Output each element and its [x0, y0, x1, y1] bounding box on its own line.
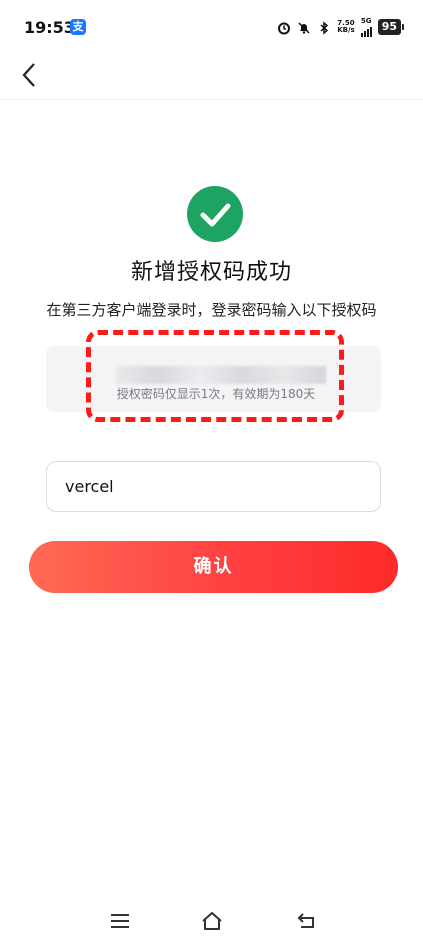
status-time: 19:53 — [24, 18, 75, 37]
annotation-highlight — [86, 330, 344, 422]
client-name-input[interactable] — [46, 461, 381, 512]
network-type: 5G — [360, 16, 372, 37]
confirm-button[interactable]: 确认 — [29, 541, 398, 593]
nav-bar — [0, 56, 423, 100]
page-title: 新增授权码成功 — [130, 260, 292, 285]
system-nav-bar — [0, 900, 423, 944]
alarm-icon — [277, 20, 291, 35]
battery-icon: 95 — [377, 19, 405, 35]
signal-icon — [360, 25, 372, 37]
chevron-left-icon[interactable] — [18, 60, 42, 90]
net-speed-unit: KB/s — [337, 26, 355, 34]
net-speed: 7.50 KB/s — [337, 20, 354, 34]
home-icon[interactable] — [200, 910, 224, 932]
menu-icon[interactable] — [108, 910, 132, 932]
check-circle-icon — [187, 186, 243, 242]
bluetooth-icon — [317, 20, 331, 35]
mute-bell-icon — [297, 20, 311, 34]
status-icons: 7.50 KB/s 5G 95 — [277, 16, 405, 38]
network-type-label: 5G — [360, 16, 372, 25]
return-icon[interactable] — [295, 910, 319, 932]
alipay-icon: 支 — [70, 19, 86, 35]
page-subtitle: 在第三方客户端登录时，登录密码输入以下授权码 — [46, 301, 377, 319]
screen: 19:53 支 7.50 KB/s 5G 95 新增授权码成功 在第三方客户端登… — [0, 0, 423, 944]
status-bar: 19:53 支 7.50 KB/s 5G 95 — [0, 0, 423, 56]
